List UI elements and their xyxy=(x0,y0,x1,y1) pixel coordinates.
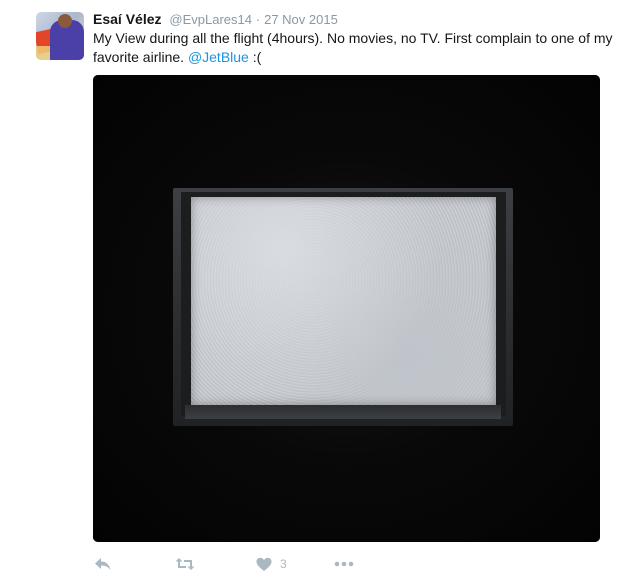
tweet-text-part: :( xyxy=(248,49,262,65)
tweet-card: Esaí Vélez @EvpLares14 · 27 Nov 2015 My … xyxy=(0,0,635,583)
retweet-icon xyxy=(175,556,195,572)
reply-button[interactable] xyxy=(94,553,112,575)
avatar-art xyxy=(58,14,72,28)
more-icon xyxy=(334,561,354,567)
tweet-text: My View during all the flight (4hours). … xyxy=(93,29,613,67)
tweet-date[interactable]: 27 Nov 2015 xyxy=(264,12,338,27)
mention-link[interactable]: @JetBlue xyxy=(188,49,249,65)
more-button[interactable] xyxy=(334,553,354,575)
tweet-header: Esaí Vélez @EvpLares14 · 27 Nov 2015 xyxy=(93,10,338,29)
window-glass xyxy=(191,197,496,405)
header-separator: · xyxy=(255,12,261,27)
like-button[interactable]: 3 xyxy=(256,553,287,575)
retweet-button[interactable] xyxy=(175,553,195,575)
reply-icon xyxy=(94,556,112,572)
window-sill xyxy=(185,405,501,419)
tweet-text-part: My View during all the flight (4hours). … xyxy=(93,30,613,65)
tweet-photo[interactable] xyxy=(93,75,600,542)
heart-icon xyxy=(256,557,272,572)
author-handle[interactable]: @EvpLares14 xyxy=(169,12,252,27)
avatar[interactable] xyxy=(36,12,84,60)
author-name[interactable]: Esaí Vélez xyxy=(93,11,162,27)
like-count: 3 xyxy=(280,557,287,571)
tweet-actions: 3 xyxy=(0,553,635,575)
